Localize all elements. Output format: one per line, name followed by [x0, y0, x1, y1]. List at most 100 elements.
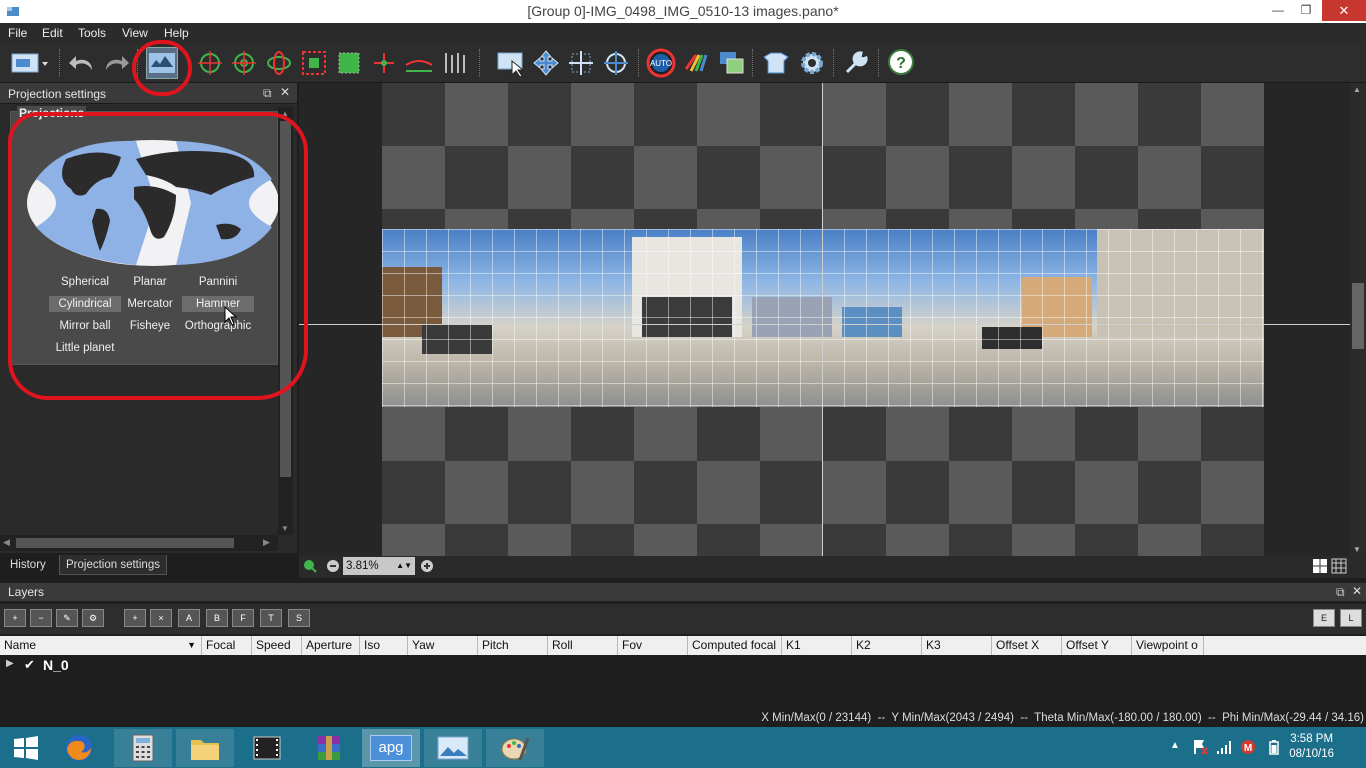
checkbox-checked[interactable]: ✔ [24, 657, 35, 673]
auto-icon[interactable]: AUTO [645, 47, 677, 79]
close-button[interactable]: ✕ [1322, 0, 1366, 21]
col-offset-y[interactable]: Offset Y [1062, 636, 1132, 655]
export-icon[interactable] [760, 47, 792, 79]
layout-grid-icon[interactable] [1312, 558, 1328, 574]
panorama-image[interactable] [382, 229, 1264, 407]
tools-icon[interactable] [840, 47, 872, 79]
layer-b-button[interactable]: B [206, 609, 228, 627]
crop-green-icon[interactable] [333, 47, 365, 79]
preview-vertical-scrollbar[interactable]: ▲ ▼ [1350, 83, 1366, 556]
point-add-icon[interactable] [368, 47, 400, 79]
show-hidden-icons[interactable]: ▲ [1170, 740, 1180, 751]
col-k3[interactable]: K3 [922, 636, 992, 655]
apg-app[interactable]: apg [362, 729, 420, 767]
move-icon[interactable] [530, 47, 562, 79]
table-row[interactable]: ▶ ✔ N_0 [0, 657, 1366, 675]
menu-file[interactable]: File [8, 26, 27, 40]
horizontal-guide-line[interactable] [299, 324, 1366, 325]
col-k2[interactable]: K2 [852, 636, 922, 655]
remove-layer-icon[interactable]: − [30, 609, 52, 627]
col-yaw[interactable]: Yaw [408, 636, 478, 655]
color-icon[interactable] [681, 47, 713, 79]
close-layers-icon[interactable]: ✕ [1352, 584, 1362, 598]
vertical-lines-icon[interactable] [438, 47, 470, 79]
layer-t-button[interactable]: T [260, 609, 282, 627]
col-computed-focal[interactable]: Computed focal [688, 636, 782, 655]
col-k1[interactable]: K1 [782, 636, 852, 655]
col-name[interactable]: Name ▼ [0, 636, 202, 655]
screenshot-icon[interactable] [8, 47, 52, 79]
zoom-fit-icon[interactable] [303, 559, 317, 573]
layer-e-button[interactable]: E [1313, 609, 1335, 627]
float-icon[interactable]: ⧉ [1336, 585, 1345, 600]
layer-settings-icon[interactable]: ⚙ [82, 609, 104, 627]
scroll-right-icon[interactable]: ▶ [263, 537, 270, 548]
layer-f-button[interactable]: F [232, 609, 254, 627]
scroll-down-icon[interactable]: ▼ [281, 524, 289, 533]
float-icon[interactable]: ⧉ [263, 86, 272, 101]
vertical-guide-line[interactable] [822, 83, 823, 556]
winrar-icon[interactable] [300, 729, 358, 767]
minimize-button[interactable]: — [1264, 0, 1292, 21]
scroll-down-icon[interactable]: ▼ [1353, 545, 1361, 554]
redo-icon[interactable] [100, 47, 132, 79]
file-explorer-icon[interactable] [176, 729, 234, 767]
stretch-icon[interactable] [565, 47, 597, 79]
menu-tools[interactable]: Tools [78, 26, 106, 40]
action-center-icon[interactable] [1192, 739, 1208, 755]
blend-icon[interactable] [716, 47, 748, 79]
menu-help[interactable]: Help [164, 26, 189, 40]
panorama-preview[interactable]: ▲ ▼ [299, 83, 1366, 556]
target-crosshair-icon[interactable] [228, 47, 260, 79]
photos-icon[interactable] [424, 729, 482, 767]
edit-layer-icon[interactable]: ✎ [56, 609, 78, 627]
col-offset-x[interactable]: Offset X [992, 636, 1062, 655]
firefox-icon[interactable] [50, 729, 108, 767]
gmail-notifier-icon[interactable]: M [1240, 739, 1256, 755]
horizon-icon[interactable] [403, 47, 435, 79]
col-speed[interactable]: Speed [252, 636, 302, 655]
zoom-out-icon[interactable] [326, 559, 340, 573]
expand-icon[interactable]: ▶ [6, 658, 14, 669]
col-viewpoint[interactable]: Viewpoint o [1132, 636, 1204, 655]
select-icon[interactable] [495, 47, 527, 79]
rotate-icon[interactable] [263, 47, 295, 79]
maximize-button[interactable]: ❐ [1292, 0, 1320, 21]
center-icon[interactable] [600, 47, 632, 79]
network-icon[interactable] [1216, 739, 1232, 755]
add-folder-icon[interactable]: + [124, 609, 146, 627]
col-pitch[interactable]: Pitch [478, 636, 548, 655]
movie-icon[interactable] [238, 729, 296, 767]
tab-projection-settings[interactable]: Projection settings [59, 555, 167, 575]
col-iso[interactable]: Iso [360, 636, 408, 655]
paint-icon[interactable] [486, 729, 544, 767]
calculator-icon[interactable] [114, 729, 172, 767]
preview-scroll-thumb[interactable] [1352, 283, 1364, 349]
layer-l-button[interactable]: L [1340, 609, 1362, 627]
layer-a-button[interactable]: A [178, 609, 200, 627]
zoom-in-icon[interactable] [420, 559, 434, 573]
panel-horizontal-scrollbar[interactable]: ◀ ▶ [0, 535, 278, 551]
settings-icon[interactable] [796, 47, 828, 79]
layer-s-button[interactable]: S [288, 609, 310, 627]
col-fov[interactable]: Fov [618, 636, 688, 655]
tab-history[interactable]: History [4, 555, 52, 575]
windows-icon[interactable] [0, 729, 52, 767]
col-roll[interactable]: Roll [548, 636, 618, 655]
h-scroll-thumb[interactable] [16, 538, 234, 548]
remove-folder-icon[interactable]: × [150, 609, 172, 627]
sort-icon[interactable]: ▼ [187, 636, 196, 655]
target-icon[interactable] [194, 47, 226, 79]
help-icon[interactable]: ? [886, 47, 918, 79]
col-aperture[interactable]: Aperture [302, 636, 360, 655]
close-panel-icon[interactable]: ✕ [280, 85, 290, 99]
menu-edit[interactable]: Edit [42, 26, 63, 40]
scroll-up-icon[interactable]: ▲ [1353, 85, 1361, 94]
grid-overlay-icon[interactable] [1331, 558, 1347, 574]
zoom-level-field[interactable]: 3.81% ▲▼ [343, 557, 415, 575]
undo-icon[interactable] [66, 47, 98, 79]
scroll-left-icon[interactable]: ◀ [3, 537, 10, 548]
system-clock[interactable]: 3:58 PM 08/10/16 [1289, 732, 1334, 762]
menu-view[interactable]: View [122, 26, 148, 40]
col-focal[interactable]: Focal [202, 636, 252, 655]
